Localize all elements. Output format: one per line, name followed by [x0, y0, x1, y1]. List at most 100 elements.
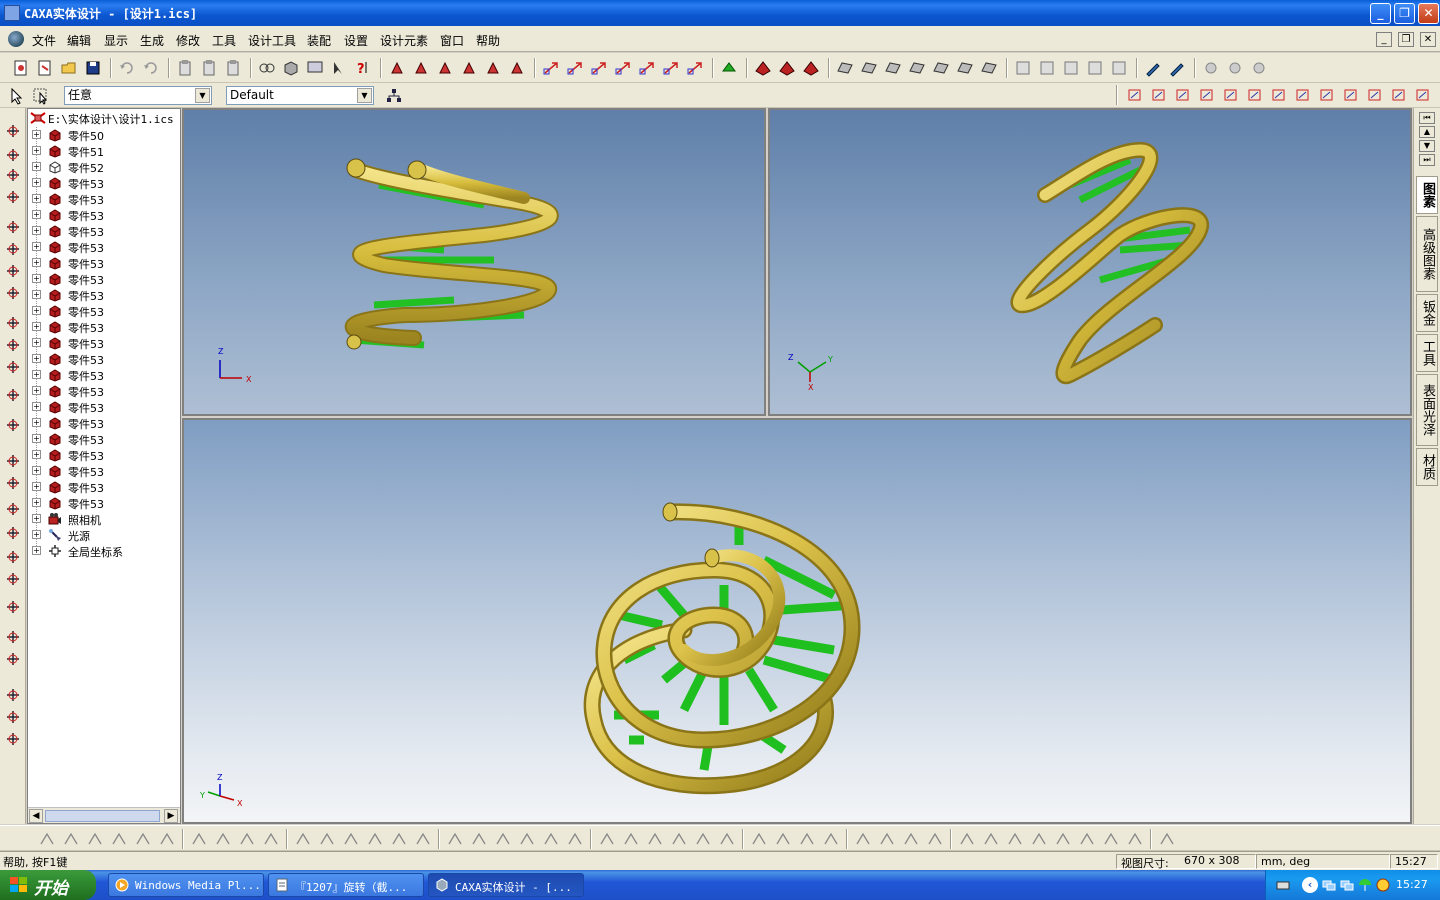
tree-item[interactable]: + 零件53 — [32, 495, 180, 511]
modify-tool-icon[interactable] — [1110, 59, 1128, 77]
surface-tool-icon[interactable] — [884, 59, 902, 77]
tree-item[interactable]: + 零件53 — [32, 383, 180, 399]
viewpoint-icon[interactable] — [4, 314, 22, 332]
surface-tool-icon[interactable] — [956, 59, 974, 77]
expand-icon[interactable]: + — [32, 210, 41, 219]
tree-item[interactable]: + 零件53 — [32, 191, 180, 207]
boolean-icon[interactable] — [720, 59, 738, 77]
snap-tool-icon[interactable] — [1198, 86, 1216, 104]
snap-tool-icon[interactable] — [1390, 86, 1408, 104]
snap-tool-icon[interactable] — [1342, 86, 1360, 104]
triad-icon[interactable] — [4, 570, 22, 588]
tree-item[interactable]: + 零件51 — [32, 143, 180, 159]
paste-format-icon[interactable] — [4, 708, 22, 726]
expand-icon[interactable]: + — [32, 530, 41, 539]
tab-surface-finish[interactable]: 表面光泽 — [1416, 374, 1438, 446]
sketch-tool-icon[interactable] — [542, 830, 560, 848]
nav-up-icon[interactable]: ▲ — [1419, 126, 1435, 138]
expand-icon[interactable]: + — [32, 418, 41, 427]
surface-tool-icon[interactable] — [932, 59, 950, 77]
light-source-icon[interactable] — [4, 598, 22, 616]
solid-shell-icon[interactable] — [754, 59, 772, 77]
sketch-tool-icon[interactable] — [86, 830, 104, 848]
tree-root[interactable]: E:\实体设计\设计1.ics — [48, 111, 174, 127]
render-icon[interactable] — [4, 386, 22, 404]
nav-down-icon[interactable]: ▼ — [1419, 140, 1435, 152]
loft-icon[interactable] — [460, 59, 478, 77]
mdi-minimize-button[interactable]: _ — [1376, 32, 1392, 47]
walk-icon[interactable] — [4, 188, 22, 206]
menu-assembly[interactable]: 装配 — [307, 32, 331, 49]
expand-icon[interactable]: + — [32, 546, 41, 555]
smart-render-icon[interactable] — [4, 650, 22, 668]
hand-tool-icon[interactable] — [1226, 59, 1244, 77]
sketch-tool-icon[interactable] — [774, 830, 792, 848]
pick-tool-icon[interactable] — [1144, 59, 1162, 77]
plane-icon[interactable] — [4, 416, 22, 434]
snap-tool-icon[interactable] — [1174, 86, 1192, 104]
sweep-icon[interactable] — [436, 59, 454, 77]
hand-tool-icon[interactable] — [1202, 59, 1220, 77]
sketch-tool-icon[interactable] — [646, 830, 664, 848]
measure-icon[interactable] — [4, 524, 22, 542]
tree-item[interactable]: + 零件53 — [32, 207, 180, 223]
viewport-isometric[interactable]: Z Y X — [768, 108, 1412, 416]
menu-edit[interactable]: 编辑 — [67, 32, 91, 49]
material-icon[interactable] — [4, 628, 22, 646]
tree-item[interactable]: + 零件53 — [32, 479, 180, 495]
pointer-icon[interactable] — [330, 59, 348, 77]
viewport-front[interactable]: Z X — [182, 108, 766, 416]
tree-item[interactable]: + 零件53 — [32, 399, 180, 415]
snap-tool-icon[interactable] — [1222, 86, 1240, 104]
sketch-tool-icon[interactable] — [294, 830, 312, 848]
clipboard-icon[interactable] — [200, 59, 218, 77]
expand-icon[interactable]: + — [32, 306, 41, 315]
select-arrow-icon[interactable] — [8, 87, 26, 105]
dynamic-rotate-icon[interactable] — [4, 166, 22, 184]
tree-item[interactable]: + 零件50 — [32, 127, 180, 143]
sketch-tool-icon[interactable] — [854, 830, 872, 848]
scroll-right-icon[interactable]: ▶ — [164, 809, 178, 823]
expand-icon[interactable]: + — [32, 450, 41, 459]
sketch-rect-icon[interactable] — [4, 452, 22, 470]
expand-icon[interactable]: + — [32, 274, 41, 283]
new-drawing-icon[interactable] — [36, 59, 54, 77]
settings-icon[interactable] — [4, 730, 22, 748]
revolve-icon[interactable] — [412, 59, 430, 77]
snap-tool-icon[interactable] — [1246, 86, 1264, 104]
sketch-tool-icon[interactable] — [622, 830, 640, 848]
viewport-main[interactable]: Y Z X — [182, 418, 1412, 824]
fill-icon[interactable] — [508, 59, 526, 77]
minimize-button[interactable]: _ — [1370, 3, 1391, 24]
dimension-icon[interactable] — [4, 548, 22, 566]
snap-tool-icon[interactable] — [1414, 86, 1432, 104]
sketch-tool-icon[interactable] — [390, 830, 408, 848]
nav-last-icon[interactable]: ⏭ — [1419, 154, 1435, 166]
sketch-tool-icon[interactable] — [134, 830, 152, 848]
tray-expand-icon[interactable]: ‹ — [1302, 877, 1318, 893]
sketch-tool-icon[interactable] — [318, 830, 336, 848]
hand-tool-icon[interactable] — [1250, 59, 1268, 77]
expand-icon[interactable]: + — [32, 162, 41, 171]
snap-tool-icon[interactable] — [1126, 86, 1144, 104]
trim-icon[interactable] — [686, 59, 704, 77]
expand-icon[interactable]: + — [32, 290, 41, 299]
task-caxa[interactable]: CAXA实体设计 - [... — [428, 873, 584, 897]
sketch-tool-icon[interactable] — [62, 830, 80, 848]
move-icon[interactable] — [542, 59, 560, 77]
expand-icon[interactable]: + — [32, 146, 41, 155]
select-box-icon[interactable] — [32, 87, 50, 105]
tree-item[interactable]: + 零件53 — [32, 303, 180, 319]
menu-modify[interactable]: 修改 — [176, 32, 200, 49]
expand-icon[interactable]: + — [32, 482, 41, 491]
solid-shell-icon[interactable] — [802, 59, 820, 77]
mdi-close-button[interactable]: ✕ — [1420, 32, 1436, 47]
network-icon[interactable] — [1340, 878, 1354, 892]
sketch-tool-icon[interactable] — [878, 830, 896, 848]
tab-sheet-metal[interactable]: 钣金 — [1416, 294, 1438, 332]
sketch-tool-icon[interactable] — [798, 830, 816, 848]
sketch-tool-icon[interactable] — [366, 830, 384, 848]
sketch-tool-icon[interactable] — [958, 830, 976, 848]
sketch-tool-icon[interactable] — [982, 830, 1000, 848]
sketch-tool-icon[interactable] — [718, 830, 736, 848]
